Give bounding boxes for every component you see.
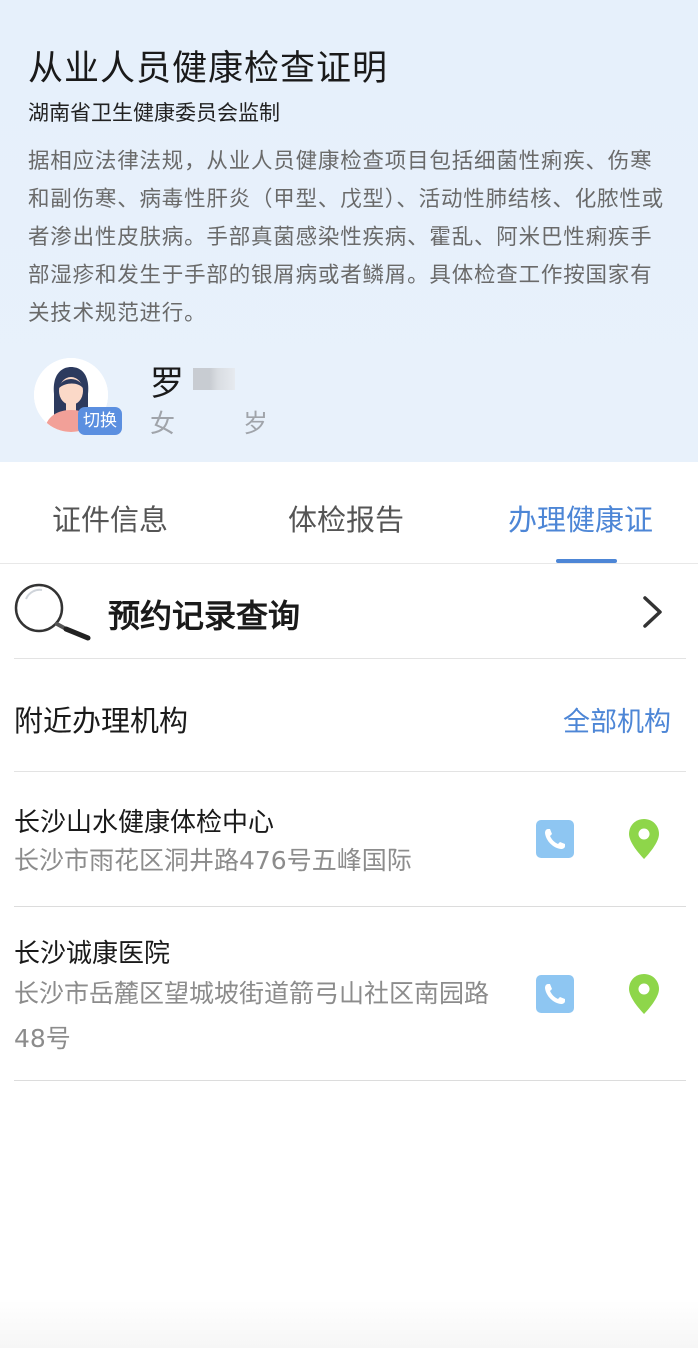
description-text: 据相应法律法规，从业人员健康检查项目包括细菌性痢疾、伤寒和副伤寒、病毒性肝炎（甲… <box>28 149 664 326</box>
supervisor-text: 湖南省卫生健康委员会监制 <box>28 101 280 125</box>
name-mask <box>193 368 235 390</box>
org-address: 长沙市雨花区洞井路476号五峰国际 <box>14 846 412 875</box>
appointment-query-label: 预约记录查询 <box>108 597 301 635</box>
org-name: 长沙山水健康体检中心 <box>14 808 275 838</box>
switch-user-button[interactable]: 切换 <box>78 407 122 435</box>
divider <box>14 1080 686 1081</box>
bottom-fade <box>0 1300 698 1348</box>
magnifier-icon <box>14 583 91 641</box>
org-list-item[interactable]: 长沙山水健康体检中心 长沙市雨花区洞井路476号五峰国际 <box>14 772 686 907</box>
org-name: 长沙诚康医院 <box>14 939 171 969</box>
location-pin-icon[interactable] <box>628 973 660 1015</box>
org-list-item[interactable]: 长沙诚康医院 长沙市岳麓区望城坡街道箭弓山社区南园路48号 <box>14 907 686 1081</box>
all-orgs-link[interactable]: 全部机构 <box>563 700 671 739</box>
chevron-right-icon <box>643 596 662 628</box>
tab-apply-health-cert[interactable]: 办理健康证 <box>508 497 653 539</box>
phone-icon[interactable] <box>536 975 574 1013</box>
page-title: 从业人员健康检查证明 <box>28 49 389 89</box>
appointment-query-row[interactable]: 预约记录查询 <box>0 565 698 659</box>
nearby-orgs-title: 附近办理机构 <box>14 704 189 738</box>
phone-icon[interactable] <box>536 820 574 858</box>
user-gender: 女 <box>150 409 176 438</box>
active-tab-indicator <box>556 559 617 563</box>
tab-certificate-info[interactable]: 证件信息 <box>52 497 168 539</box>
user-name: 罗 <box>150 364 184 404</box>
tab-bar: 证件信息 体检报告 办理健康证 <box>0 462 698 564</box>
location-pin-icon[interactable] <box>628 818 660 860</box>
tab-exam-report[interactable]: 体检报告 <box>288 497 404 539</box>
header-panel: 从业人员健康检查证明 湖南省卫生健康委员会监制 据相应法律法规，从业人员健康检查… <box>0 0 698 462</box>
divider <box>14 658 686 659</box>
user-age-unit: 岁 <box>243 409 269 438</box>
org-address: 长沙市岳麓区望城坡街道箭弓山社区南园路48号 <box>14 979 490 1053</box>
